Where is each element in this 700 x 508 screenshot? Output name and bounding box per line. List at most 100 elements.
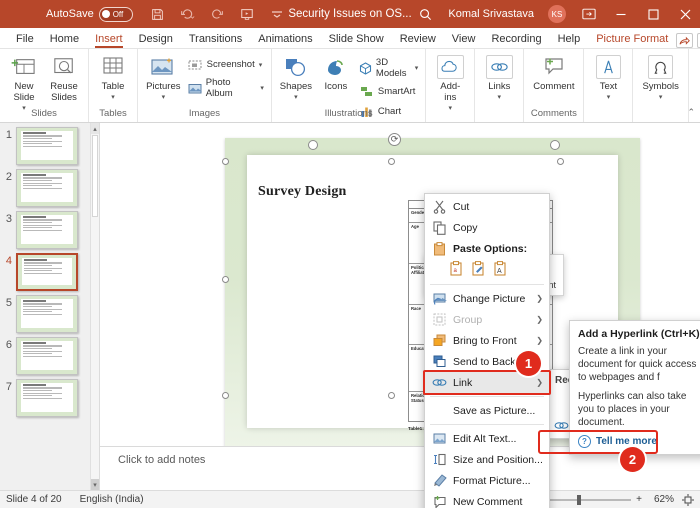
chevron-down-icon[interactable]: ▾ [659,92,663,103]
slide-thumbnail-image[interactable] [16,379,78,417]
close-icon[interactable] [676,5,694,23]
slide-thumbnail-image[interactable] [16,337,78,375]
selection-handle-tm[interactable] [388,158,395,165]
maximize-icon[interactable] [644,5,662,23]
context-item-new-comment[interactable]: New Comment [425,491,549,508]
zoom-percentage[interactable]: 62% [650,494,674,505]
selection-handle-tr[interactable] [557,158,564,165]
tab-home[interactable]: Home [42,32,87,48]
chevron-down-icon[interactable]: ▾ [162,92,166,103]
zoom-knob[interactable] [577,494,582,505]
save-icon[interactable] [149,6,166,23]
avatar[interactable]: KS [548,5,566,23]
screenshot-button[interactable]: Screenshot ▾ [185,56,267,73]
collapse-ribbon-icon[interactable]: ⌃ [687,107,695,118]
undo-icon[interactable] [179,6,196,23]
chevron-down-icon[interactable]: ▾ [111,92,115,103]
context-item-copy[interactable]: Copy [425,217,549,238]
chevron-down-icon[interactable]: ▾ [260,84,264,92]
slide-thumbnail-3[interactable]: 3 [0,207,99,249]
slide-thumbnail-image[interactable] [16,169,78,207]
tab-review[interactable]: Review [392,32,444,48]
slide-thumbnail-image[interactable] [16,127,78,165]
paste-keep-source-formatting-icon[interactable]: a [449,261,464,277]
slide-thumbnail-image[interactable] [16,253,78,291]
slide-handle-right[interactable] [550,140,560,150]
chevron-down-icon[interactable]: ▾ [607,92,611,103]
customize-qat-icon[interactable] [269,6,286,23]
slide-thumbnail-5[interactable]: 5 [0,291,99,333]
icons-button[interactable]: Icons [316,53,356,94]
tab-transitions[interactable]: Transitions [181,32,250,48]
context-item-size-and-position[interactable]: Size and Position... [425,449,549,470]
slide-thumbnail-2[interactable]: 2 [0,165,99,207]
media-button[interactable]: Media ▾ [693,53,700,105]
autosave-control[interactable]: AutoSave Off [46,6,133,22]
scroll-up-icon[interactable]: ▴ [91,123,99,134]
slide-handle-left[interactable] [308,140,318,150]
slide-title-text[interactable]: Survey Design [258,184,347,200]
thumbnail-scrollbar[interactable]: ▴ ▾ [90,123,99,490]
slide-thumbnail-1[interactable]: 1 [0,123,99,165]
tab-file[interactable]: File [8,32,42,48]
selection-handle-bm[interactable] [388,392,395,399]
scroll-thumb[interactable] [92,135,98,217]
tab-insert[interactable]: Insert [87,32,131,48]
context-item-change-picture[interactable]: Change Picture ❯ [425,288,549,309]
context-item-cut[interactable]: Cut [425,196,549,217]
comment-button[interactable]: Comment [528,53,579,94]
links-button[interactable]: Links ▾ [479,53,519,105]
slide-thumbnail-6[interactable]: 6 [0,333,99,375]
context-item-bring-to-front[interactable]: Bring to Front ❯ [425,330,549,351]
table-button[interactable]: Table ▾ [93,53,133,105]
ribbon-display-icon[interactable] [580,5,598,23]
tab-design[interactable]: Design [131,32,181,48]
new-slide-button[interactable]: New Slide ▾ [4,53,44,116]
present-icon[interactable] [239,6,256,23]
chevron-down-icon[interactable]: ▾ [294,92,298,103]
user-name[interactable]: Komal Srivastava [448,8,534,20]
language-indicator[interactable]: English (India) [80,494,144,505]
selection-handle-bl[interactable] [222,392,229,399]
symbols-button[interactable]: Symbols ▾ [637,53,683,105]
scroll-down-icon[interactable]: ▾ [91,479,99,490]
3d-models-button[interactable]: 3D Models ▾ [356,56,421,80]
slides-thumbnail-panel[interactable]: 1 2 3 4 5 6 7 ▴ ▾ [0,123,100,490]
chevron-down-icon[interactable]: ▾ [498,92,502,103]
tab-help[interactable]: Help [550,32,589,48]
slide-thumbnail-image[interactable] [16,295,78,333]
autosave-toggle[interactable]: Off [98,6,133,22]
context-item-edit-alt-text[interactable]: Edit Alt Text... [425,428,549,449]
shapes-button[interactable]: Shapes ▾ [276,53,316,105]
text-button[interactable]: Text ▾ [588,53,628,105]
photo-album-button[interactable]: Photo Album ▾ [185,76,267,100]
slide-thumbnail-image[interactable] [16,211,78,249]
slide-thumbnail-7[interactable]: 7 [0,375,99,417]
tooltip-tell-me-more[interactable]: ? Tell me more [578,435,700,448]
smartart-button[interactable]: SmartArt [356,83,421,100]
chevron-down-icon[interactable]: ▾ [415,64,419,72]
slide-thumbnail-4[interactable]: 4 [0,249,99,291]
context-item-save-as-picture[interactable]: Save as Picture... [425,400,549,421]
slide-counter[interactable]: Slide 4 of 20 [6,494,62,505]
selection-handle-tl[interactable] [222,158,229,165]
chevron-down-icon[interactable]: ▾ [259,61,263,69]
selection-handle-ml[interactable] [222,276,229,283]
tab-recording[interactable]: Recording [483,32,549,48]
pictures-button[interactable]: Pictures ▾ [142,53,185,105]
rotate-handle[interactable]: ⟳ [388,133,401,146]
redo-icon[interactable] [209,6,226,23]
add-ins-button[interactable]: Add-ins ▾ [430,53,470,116]
context-item-format-picture[interactable]: Format Picture... [425,470,549,491]
tab-view[interactable]: View [444,32,484,48]
reuse-slides-button[interactable]: Reuse Slides [44,53,84,105]
fit-to-window-icon[interactable] [682,493,694,506]
zoom-in-button[interactable]: + [636,494,642,505]
tab-animations[interactable]: Animations [250,32,320,48]
minimize-icon[interactable] [612,5,630,23]
tab-slide-show[interactable]: Slide Show [321,32,392,48]
share-icon[interactable] [676,33,694,48]
tab-picture-format[interactable]: Picture Format [588,32,676,48]
search-icon[interactable] [416,5,434,23]
paste-text-only-icon[interactable]: A [493,261,508,277]
